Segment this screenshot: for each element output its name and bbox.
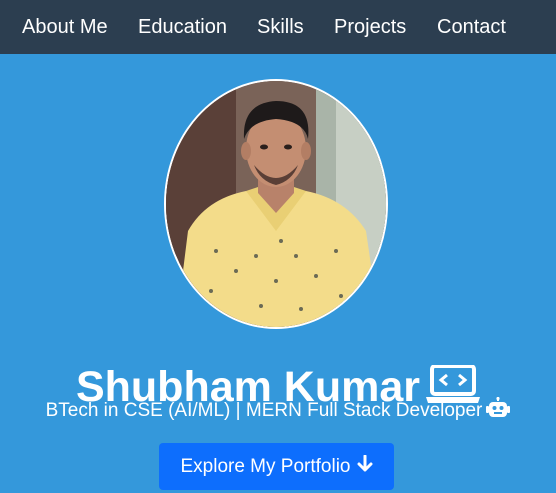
nav-link-contact[interactable]: Contact [437,14,506,40]
top-navbar: About Me Education Skills Projects Conta… [0,0,556,54]
nav-link-about-me[interactable]: About Me [22,14,108,40]
nav-link-education[interactable]: Education [138,14,227,40]
profile-photo [164,79,388,329]
arrow-down-icon [357,454,373,479]
explore-portfolio-label: Explore My Portfolio [180,455,351,477]
robot-icon [486,396,511,426]
explore-portfolio-button[interactable]: Explore My Portfolio [159,443,394,490]
nav-link-projects[interactable]: Projects [334,14,406,40]
hero-subtitle-text: BTech in CSE (AI/ML) | MERN Full Stack D… [45,400,483,421]
hero-subtitle: BTech in CSE (AI/ML) | MERN Full Stack D… [0,396,556,426]
nav-link-skills[interactable]: Skills [257,14,304,40]
profile-photo-illustration [166,81,386,327]
